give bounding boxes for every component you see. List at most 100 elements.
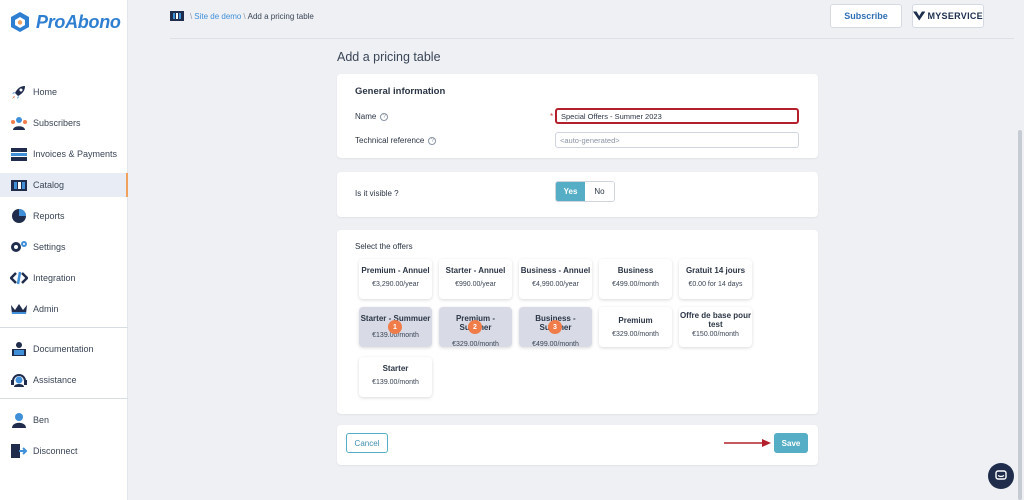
offer-card[interactable]: Starter €139.00/month bbox=[359, 357, 432, 397]
sidebar-item-label: Settings bbox=[33, 242, 66, 252]
gear-icon bbox=[10, 238, 28, 256]
subscribers-icon bbox=[10, 114, 28, 132]
offer-price: €150.00/month bbox=[692, 331, 739, 338]
offer-card[interactable]: Starter - Annuel €990.00/year bbox=[439, 259, 512, 299]
brand-name: MYSERVICE bbox=[927, 11, 983, 21]
name-label: Name ? bbox=[355, 112, 389, 121]
offer-name: Starter - Annuel bbox=[445, 266, 506, 275]
offer-price: €990.00/year bbox=[455, 281, 496, 288]
logo-text: ProAbono bbox=[36, 11, 121, 32]
offer-card[interactable]: Premium - Annuel €3,290.00/year bbox=[359, 259, 432, 299]
chat-button[interactable] bbox=[988, 463, 1014, 489]
service-brand-button[interactable]: MYSERVICE bbox=[912, 4, 984, 28]
offer-name: Business bbox=[617, 266, 654, 275]
brand-logo-icon bbox=[913, 11, 926, 21]
offer-card[interactable]: Business €499.00/month bbox=[599, 259, 672, 299]
breadcrumb-separator: \ bbox=[190, 12, 193, 21]
technical-reference-input[interactable] bbox=[555, 132, 799, 148]
sidebar-item-subscribers[interactable]: Subscribers bbox=[0, 111, 128, 135]
offer-price: €329.00/month bbox=[452, 341, 499, 348]
offer-price: €0.00 for 14 days bbox=[688, 281, 743, 288]
offer-name: Offre de base pour test bbox=[679, 311, 752, 329]
offer-card[interactable]: Gratuit 14 jours €0.00 for 14 days bbox=[679, 259, 752, 299]
visibility-label: Is it visible ? bbox=[355, 189, 399, 198]
cancel-button[interactable]: Cancel bbox=[346, 433, 388, 453]
subscribe-button[interactable]: Subscribe bbox=[830, 4, 902, 28]
required-marker: * bbox=[550, 112, 554, 121]
breadcrumb-site-link[interactable]: Site de demo bbox=[194, 12, 241, 21]
sidebar-item-user[interactable]: Ben bbox=[0, 408, 128, 432]
breadcrumb-current: Add a pricing table bbox=[247, 12, 314, 21]
sidebar-item-disconnect[interactable]: Disconnect bbox=[0, 439, 128, 463]
order-badge: 2 bbox=[468, 320, 482, 334]
visible-yes-option[interactable]: Yes bbox=[556, 182, 585, 201]
help-icon[interactable]: ? bbox=[380, 112, 389, 121]
invoices-icon bbox=[10, 145, 28, 163]
arrow-right-icon bbox=[724, 439, 771, 447]
select-offers-label: Select the offers bbox=[355, 242, 413, 251]
visibility-card: Is it visible ? Yes No bbox=[337, 172, 818, 217]
visibility-toggle: Yes No bbox=[555, 181, 615, 202]
offer-price: €329.00/month bbox=[612, 331, 659, 338]
code-icon bbox=[10, 269, 28, 287]
offer-price: €139.00/month bbox=[372, 379, 419, 386]
offer-card-selected[interactable]: Premium - Summer €329.00/month 2 bbox=[439, 307, 512, 348]
logo-hexagon-icon bbox=[11, 12, 29, 32]
offers-card: Select the offers Premium - Annuel €3,29… bbox=[337, 230, 818, 414]
exit-icon bbox=[10, 442, 28, 460]
sidebar-divider bbox=[0, 327, 128, 328]
sidebar-item-settings[interactable]: Settings bbox=[0, 235, 128, 259]
sidebar-item-label: Catalog bbox=[33, 180, 65, 190]
sidebar-item-label: Home bbox=[33, 87, 58, 97]
sidebar-item-label: Admin bbox=[33, 304, 59, 314]
chat-bubble-icon bbox=[995, 470, 1007, 480]
offer-name: Premium bbox=[618, 316, 653, 325]
page-title: Add a pricing table bbox=[337, 50, 441, 64]
sidebar-item-label: Ben bbox=[33, 415, 50, 425]
save-button[interactable]: Save bbox=[774, 433, 808, 453]
catalog-icon[interactable] bbox=[170, 10, 184, 23]
offer-card[interactable]: Premium €329.00/month bbox=[599, 307, 672, 347]
pie-chart-icon bbox=[10, 207, 28, 225]
order-badge: 3 bbox=[548, 320, 562, 334]
offer-card[interactable]: Business - Annuel €4,990.00/year bbox=[519, 259, 592, 299]
section-title: General information bbox=[355, 86, 446, 97]
sidebar-item-label: Invoices & Payments bbox=[33, 149, 118, 159]
sidebar-item-catalog[interactable]: Catalog bbox=[0, 173, 128, 197]
crown-icon bbox=[10, 300, 28, 318]
sidebar: ProAbono Home Subscribers Invoices & Pay… bbox=[0, 0, 128, 500]
technical-reference-label: Technical reference ? bbox=[355, 136, 437, 145]
offer-card-selected[interactable]: Starter - Summuer €139.00/month 1 bbox=[359, 307, 432, 347]
rocket-icon bbox=[10, 83, 28, 101]
sidebar-item-label: Documentation bbox=[33, 344, 94, 354]
offer-price: €499.00/month bbox=[612, 281, 659, 288]
sidebar-item-documentation[interactable]: Documentation bbox=[0, 337, 128, 361]
headset-icon bbox=[10, 371, 28, 389]
sidebar-item-integration[interactable]: Integration bbox=[0, 266, 128, 290]
help-icon[interactable]: ? bbox=[428, 136, 437, 145]
name-input[interactable] bbox=[555, 108, 799, 124]
offer-card[interactable]: Offre de base pour test €150.00/month bbox=[679, 307, 752, 347]
catalog-icon bbox=[10, 176, 28, 194]
sidebar-item-label: Assistance bbox=[33, 375, 77, 385]
offer-price: €4,990.00/year bbox=[532, 281, 579, 288]
sidebar-item-label: Integration bbox=[33, 273, 76, 283]
sidebar-item-reports[interactable]: Reports bbox=[0, 204, 128, 228]
sidebar-item-admin[interactable]: Admin bbox=[0, 297, 128, 321]
user-icon bbox=[10, 411, 28, 429]
sidebar-divider bbox=[0, 398, 128, 399]
breadcrumb-separator: \ bbox=[243, 12, 246, 21]
sidebar-item-home[interactable]: Home bbox=[0, 80, 128, 104]
offer-card-selected[interactable]: Business - Summer €499.00/month 3 bbox=[519, 307, 592, 348]
sidebar-item-invoices[interactable]: Invoices & Payments bbox=[0, 142, 128, 166]
offer-name: Starter bbox=[382, 364, 409, 373]
offer-name: Gratuit 14 jours bbox=[685, 266, 746, 275]
visible-no-option[interactable]: No bbox=[585, 182, 614, 201]
breadcrumb: \ Site de demo \ Add a pricing table bbox=[170, 10, 314, 23]
scrollbar[interactable] bbox=[1018, 130, 1022, 500]
sidebar-item-label: Disconnect bbox=[33, 446, 78, 456]
sidebar-item-assistance[interactable]: Assistance bbox=[0, 368, 128, 392]
sidebar-item-label: Reports bbox=[33, 211, 65, 221]
app-logo[interactable]: ProAbono bbox=[10, 10, 121, 34]
sidebar-item-label: Subscribers bbox=[33, 118, 81, 128]
